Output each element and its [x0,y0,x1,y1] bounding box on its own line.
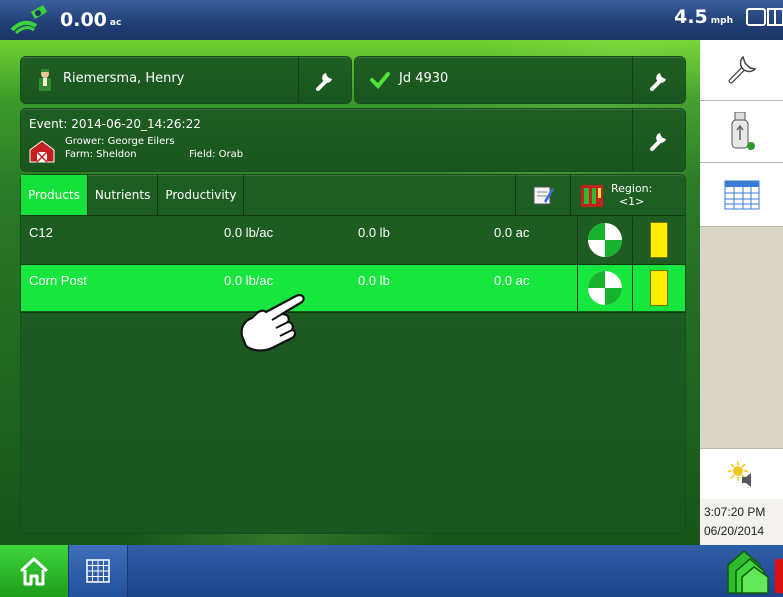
product-area: 0.0 ac [494,225,530,240]
vehicle-settings-button[interactable] [632,57,685,103]
operator-icon [39,69,51,91]
wrench-icon [650,133,666,151]
pointing-hand-icon [240,294,305,352]
wrench-icon [316,73,332,91]
event-title: Event: 2014-06-20_14:26:22 [29,117,201,131]
event-selector[interactable]: Event: 2014-06-20_14:26:22 Grower: Georg… [20,108,686,172]
product-distribution-button[interactable] [577,217,633,263]
pie-chart-icon [588,223,622,257]
speed-value: 4.5 [674,6,708,28]
product-rate: 0.0 lb/ac [224,225,274,240]
table-icon [724,180,759,209]
run-screen-icon[interactable] [722,547,772,595]
tools-button[interactable] [700,40,783,101]
grid-icon [86,559,110,583]
speed-readout: 4.5 mph [674,6,733,28]
wrench-icon [650,73,666,91]
farm-name: Farm: Sheldon [65,149,137,160]
product-row[interactable]: Corn Post 0.0 lb/ac 0.0 lb 0.0 ac [21,265,685,311]
operator-selector[interactable]: Riemersma, Henry [20,56,352,104]
tab-productivity[interactable]: Productivity [158,175,245,215]
area-unit: ac [109,18,122,28]
product-total: 0.0 lb [358,273,390,288]
barn-icon [29,140,55,163]
wrench-icon [728,55,757,84]
check-icon [370,72,390,89]
alert-indicator [775,559,783,593]
product-distribution-button[interactable] [577,265,633,311]
home-icon [19,557,49,586]
event-settings-button[interactable] [632,109,685,171]
notepad-icon [533,186,554,205]
region-selector[interactable]: Region: <1> [571,175,685,215]
legend-swatch [649,270,668,306]
product-total: 0.0 lb [358,225,390,240]
top-status-bar: 0.00 ac 4.5 mph [0,0,783,40]
product-color-button[interactable] [632,217,685,263]
apps-grid-button[interactable] [68,545,128,597]
clock-date: 06/20/2014 [704,524,765,538]
operator-name: Riemersma, Henry [63,71,185,86]
vehicle-selector[interactable]: Jd 4930 [354,56,686,104]
tab-nutrients[interactable]: Nutrients [88,175,159,215]
vehicle-name: Jd 4930 [399,71,449,86]
home-button[interactable] [0,545,68,597]
display-toggle-icon[interactable] [743,4,783,32]
region-map-icon [581,185,603,207]
usb-drive-icon [731,111,755,150]
clock: 3:07:20 PM 06/20/2014 [700,499,783,545]
legend-swatch [649,222,668,258]
products-panel: Products Nutrients Productivity Region: … [20,174,686,534]
operator-settings-button[interactable] [298,57,351,103]
usb-button[interactable] [700,101,783,163]
product-name: C12 [29,225,53,240]
grower-name: Grower: George Eilers [65,136,175,147]
region-label: Region: [611,182,653,195]
pie-chart-icon [588,271,622,305]
field-name: Field: Orab [189,149,244,160]
summary-tabs: Products Nutrients Productivity Region: … [21,175,685,216]
notes-button[interactable] [515,175,571,215]
product-name: Corn Post [29,273,87,288]
product-area: 0.0 ac [494,273,530,288]
product-color-button[interactable] [632,265,685,311]
region-value: <1> [618,195,645,208]
light-sound-icon [727,461,751,487]
clock-time: 3:07:20 PM [704,505,766,519]
gps-satellite-icon[interactable] [10,4,50,36]
product-row[interactable]: C12 0.0 lb/ac 0.0 lb 0.0 ac [21,217,685,263]
table-view-button[interactable] [700,163,783,227]
tab-products[interactable]: Products [21,175,88,215]
lights-button[interactable] [700,448,783,500]
speed-unit: mph [710,16,733,26]
area-value: 0.00 [60,9,107,31]
bottom-bar [0,545,783,597]
right-sidebar: 3:07:20 PM 06/20/2014 [700,40,783,545]
